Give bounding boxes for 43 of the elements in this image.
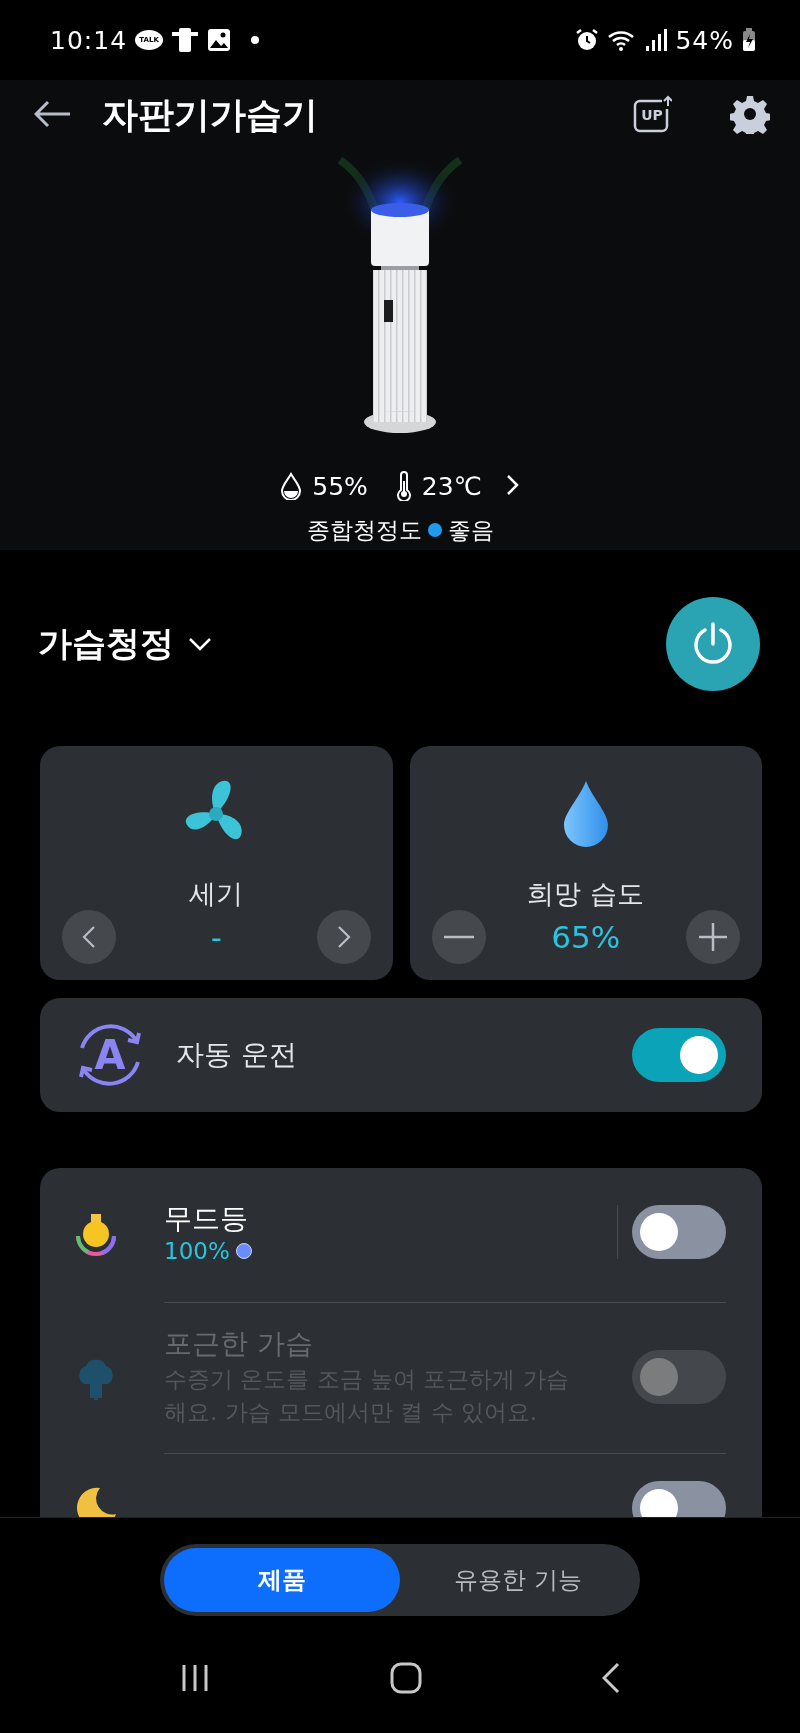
power-icon — [691, 621, 735, 667]
battery-percentage: 54% — [675, 25, 734, 55]
chevron-right-icon — [336, 925, 351, 949]
temperature-reading: 23℃ — [421, 471, 482, 501]
water-drop-icon — [561, 779, 610, 849]
control-value: 65% — [551, 919, 621, 955]
air-quality-label: 종합청정도 — [306, 515, 422, 545]
recent-apps-icon[interactable] — [180, 1663, 210, 1693]
toggle-switch[interactable] — [632, 1028, 726, 1082]
clock-time: 10:14 — [50, 25, 128, 55]
feature-title: 무드등 — [164, 1201, 249, 1237]
auto-operation-label: 자동 운전 — [176, 1037, 298, 1073]
plus-icon — [699, 923, 727, 951]
minus-icon — [443, 935, 474, 939]
page-title: 자판기가습기 — [102, 92, 319, 137]
settings-button[interactable] — [730, 93, 770, 137]
decrease-button[interactable] — [62, 910, 116, 964]
battery-icon — [742, 28, 756, 52]
humidity-icon — [280, 472, 303, 500]
update-button[interactable]: UP — [632, 95, 672, 135]
increase-button[interactable] — [316, 910, 371, 964]
mode-dropdown[interactable]: 가습청정 — [38, 621, 212, 667]
feature-title: 포근한 가습 — [164, 1326, 314, 1362]
tab[interactable]: 유용한 기능 — [400, 1548, 636, 1612]
feature-level: 100% — [164, 1238, 230, 1264]
humidity-reading: 55% — [312, 471, 368, 501]
toggle-switch[interactable] — [632, 1205, 726, 1259]
minus-button[interactable] — [431, 910, 486, 964]
image-icon — [207, 28, 232, 52]
caret-down-icon — [188, 637, 212, 651]
home-icon[interactable] — [390, 1662, 422, 1694]
notification-dot-icon — [251, 36, 260, 44]
back-icon[interactable] — [602, 1662, 620, 1694]
control-label: 세기 — [189, 877, 244, 911]
control-value: - — [210, 919, 222, 955]
chevron-left-icon — [82, 925, 96, 949]
tab[interactable]: 제품 — [164, 1548, 400, 1612]
alarm-icon — [575, 28, 600, 52]
signal-icon — [645, 28, 668, 52]
control-label: 희망 습도 — [527, 877, 645, 911]
air-quality-status: 좋음 — [447, 515, 494, 545]
thermometer-icon — [395, 471, 412, 501]
plus-button[interactable] — [686, 910, 740, 964]
